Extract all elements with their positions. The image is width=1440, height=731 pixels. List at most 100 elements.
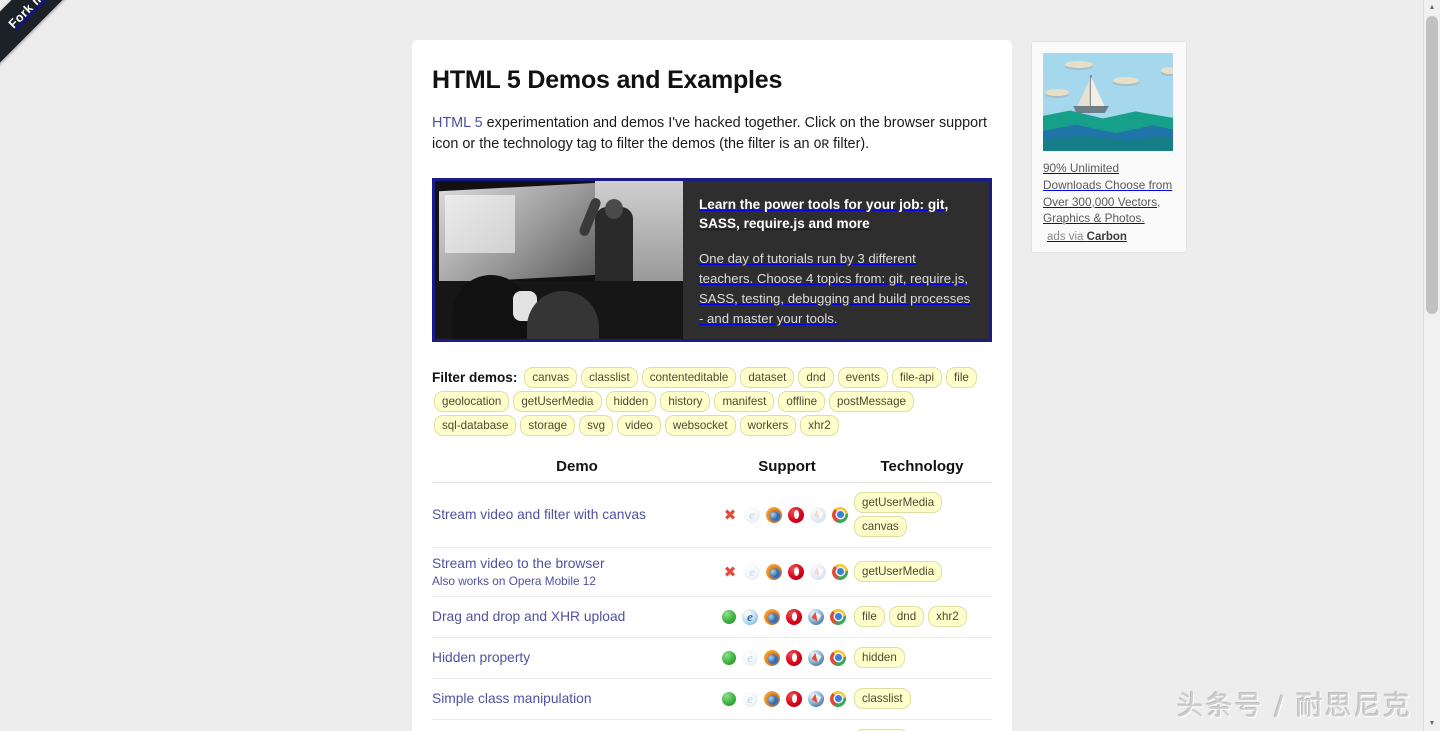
filter-tag[interactable]: contenteditable — [642, 367, 737, 388]
opera-icon[interactable] — [788, 507, 804, 523]
supported-green-dot-icon[interactable] — [722, 692, 736, 706]
demo-link[interactable]: Simple class manipulation — [432, 691, 722, 706]
demo-cell: Drag and drop and XHR upload — [432, 596, 722, 637]
safari-icon[interactable] — [808, 609, 824, 625]
filter-tag[interactable]: svg — [579, 415, 613, 436]
opera-icon[interactable] — [786, 609, 802, 625]
filter-tag[interactable]: offline — [778, 391, 825, 412]
intro-or-code: OR — [814, 137, 830, 152]
filter-tag[interactable]: websocket — [665, 415, 736, 436]
safari-icon[interactable] — [808, 650, 824, 666]
filter-tag[interactable]: canvas — [524, 367, 577, 388]
promo-text-block: Learn the power tools for your job: git,… — [683, 181, 989, 339]
opera-icon[interactable] — [786, 650, 802, 666]
main-content-card: HTML 5 Demos and Examples HTML 5 experim… — [412, 40, 1012, 731]
vertical-scrollbar[interactable]: ▲ ▼ — [1423, 0, 1440, 731]
ad-sailboat-sail-shape — [1091, 77, 1105, 107]
speaker-head-shape — [605, 199, 623, 219]
firefox-icon[interactable] — [766, 507, 782, 523]
filter-tag[interactable]: postMessage — [829, 391, 914, 412]
supported-green-dot-icon[interactable] — [722, 610, 736, 624]
filter-tag[interactable]: history — [660, 391, 710, 412]
filter-tag[interactable]: events — [838, 367, 888, 388]
scroll-down-arrow-icon[interactable]: ▼ — [1424, 716, 1440, 731]
filter-tag[interactable]: hidden — [606, 391, 657, 412]
filter-tag[interactable]: dnd — [798, 367, 833, 388]
fork-ribbon-label: Fork me on GitHub — [6, 0, 100, 31]
filter-tag[interactable]: getUserMedia — [513, 391, 601, 412]
internet-explorer-icon[interactable] — [742, 650, 758, 666]
demo-link[interactable]: Drag and drop and XHR upload — [432, 609, 722, 624]
firefox-icon[interactable] — [766, 564, 782, 580]
filter-tag[interactable]: classlist — [581, 367, 638, 388]
table-row: Simple class manipulation classlist — [432, 678, 992, 719]
supported-green-dot-icon[interactable] — [722, 651, 736, 665]
unsupported-cross-icon[interactable]: ✖ — [722, 564, 738, 580]
safari-icon[interactable] — [808, 691, 824, 707]
filter-tag[interactable]: xhr2 — [800, 415, 839, 436]
technology-tag[interactable]: file — [854, 606, 885, 627]
chrome-icon[interactable] — [830, 691, 846, 707]
firefox-icon[interactable] — [764, 691, 780, 707]
ad-cloud-shape — [1161, 67, 1173, 74]
technology-tag[interactable]: getUserMedia — [854, 561, 942, 582]
filter-tag[interactable]: workers — [740, 415, 797, 436]
chrome-icon[interactable] — [830, 609, 846, 625]
scrollbar-thumb[interactable] — [1426, 16, 1438, 314]
demo-cell: Simple class manipulation — [432, 678, 722, 719]
filter-demos-block: Filter demos:canvasclasslistcontentedita… — [432, 366, 992, 438]
filter-tag[interactable]: file-api — [892, 367, 942, 388]
filter-tag[interactable]: manifest — [714, 391, 774, 412]
chrome-icon[interactable] — [830, 650, 846, 666]
internet-explorer-icon[interactable] — [744, 564, 760, 580]
filter-tag[interactable]: video — [617, 415, 661, 436]
firefox-icon[interactable] — [764, 609, 780, 625]
demo-cell: Stream video and filter with canvas — [432, 482, 722, 547]
internet-explorer-icon[interactable] — [744, 507, 760, 523]
demo-cell: Hidden property — [432, 637, 722, 678]
firefox-icon[interactable] — [764, 650, 780, 666]
table-header-row: Demo Support Technology — [432, 458, 992, 483]
chrome-icon[interactable] — [832, 564, 848, 580]
demo-link[interactable]: Stream video to the browser — [432, 556, 722, 571]
technology-tag[interactable]: hidden — [854, 647, 905, 668]
safari-icon[interactable] — [810, 564, 826, 580]
safari-icon[interactable] — [810, 507, 826, 523]
chrome-icon[interactable] — [832, 507, 848, 523]
technology-tag[interactable]: xhr2 — [928, 606, 967, 627]
fork-me-on-github-ribbon[interactable]: Fork me on GitHub — [0, 0, 147, 78]
unsupported-cross-icon[interactable]: ✖ — [722, 507, 738, 523]
table-row: Storage eventsstorage — [432, 719, 992, 731]
column-header-demo: Demo — [432, 458, 722, 483]
demo-link[interactable]: Stream video and filter with canvas — [432, 507, 722, 522]
support-cell — [722, 596, 852, 637]
filter-tag[interactable]: sql-database — [434, 415, 516, 436]
html5-link[interactable]: HTML 5 — [432, 115, 483, 131]
carbon-ad[interactable]: 90% Unlimited Downloads Choose from Over… — [1031, 41, 1187, 253]
demo-note: Also works on Opera Mobile 12 — [432, 574, 722, 588]
intro-text-part-2: filter). — [829, 136, 869, 152]
filter-tag[interactable]: geolocation — [434, 391, 509, 412]
filter-tag[interactable]: storage — [520, 415, 575, 436]
technology-tag[interactable]: getUserMedia — [854, 492, 942, 513]
projector-slide-shape — [445, 195, 515, 253]
technology-tag[interactable]: classlist — [854, 688, 911, 709]
table-row: Stream video and filter with canvas✖ getU… — [432, 482, 992, 547]
technology-tag[interactable]: canvas — [854, 516, 907, 537]
scroll-up-arrow-icon[interactable]: ▲ — [1424, 0, 1440, 15]
technology-tag[interactable]: dnd — [889, 606, 924, 627]
ads-via-label: ads via — [1047, 231, 1087, 243]
demo-link[interactable]: Hidden property — [432, 650, 722, 665]
technology-cell: classlist — [852, 678, 992, 719]
internet-explorer-icon[interactable] — [742, 609, 758, 625]
filter-tag[interactable]: file — [946, 367, 977, 388]
opera-icon[interactable] — [786, 691, 802, 707]
technology-cell: getUserMedia canvas — [852, 482, 992, 547]
internet-explorer-icon[interactable] — [742, 691, 758, 707]
promo-banner[interactable]: Learn the power tools for your job: git,… — [432, 178, 992, 342]
technology-cell: getUserMedia — [852, 547, 992, 596]
filter-tag[interactable]: dataset — [740, 367, 794, 388]
browser-viewport: Fork me on GitHub HTML 5 Demos and Examp… — [0, 0, 1440, 731]
opera-icon[interactable] — [788, 564, 804, 580]
column-header-support: Support — [722, 458, 852, 483]
